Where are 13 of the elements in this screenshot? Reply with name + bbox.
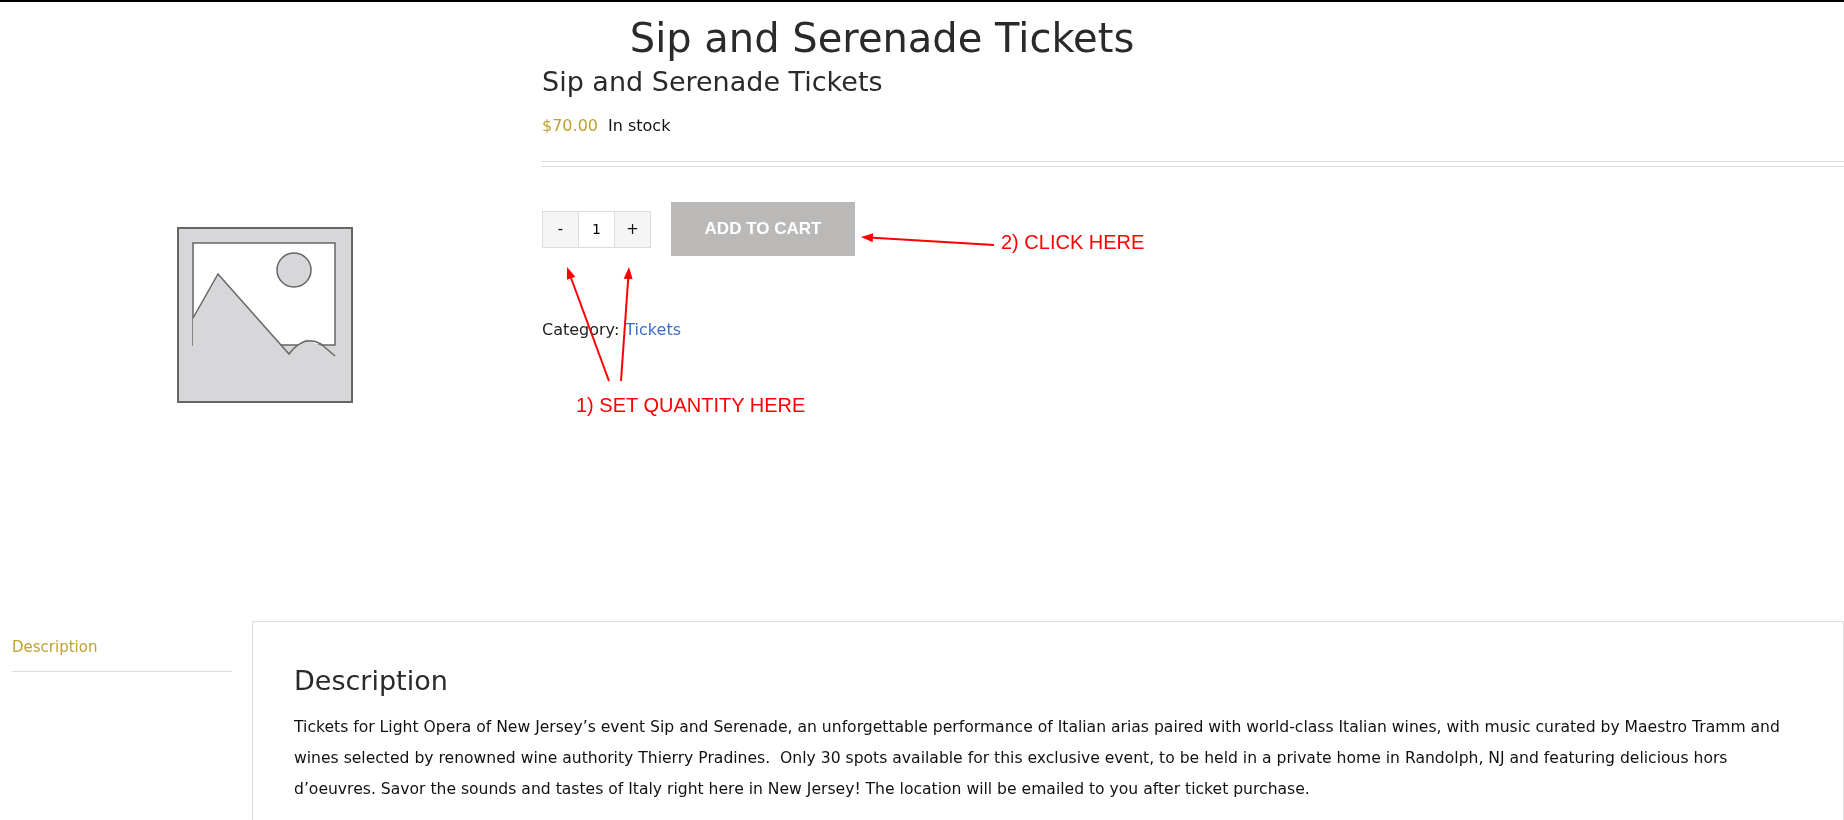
description-heading: Description bbox=[294, 664, 449, 698]
price: $70.00 bbox=[542, 115, 598, 137]
category-link[interactable]: Tickets bbox=[625, 318, 681, 342]
annotation-text: 2) CLICK HERE bbox=[1001, 230, 1145, 254]
increase-button[interactable]: + bbox=[614, 210, 651, 248]
quantity-field[interactable]: 1 bbox=[579, 210, 614, 248]
product-title: Sip and Serenade Tickets bbox=[542, 65, 883, 99]
page-title: Sip and Serenade Tickets bbox=[629, 14, 1135, 62]
annotation-text: 1) SET QUANTITY HERE bbox=[576, 393, 806, 417]
stock-status: In stock bbox=[608, 115, 671, 137]
image-placeholder-icon bbox=[176, 226, 354, 404]
decrease-button[interactable]: - bbox=[542, 210, 579, 248]
description-text: Tickets for Light Opera of New Jersey’s event Sip and Serenade, an unforgettable performance of Italian arias paired with world-class Italian wines, with music curated by Maestro Tramm and wines selected by renowned wine authority Thierry Pradines. Only 30 spots available for this exclusive event, to be held in a private home in Randolph, NJ and featuring delicious hors d’oeuvres. Savor the sounds and tastes of Italy right here in New Jersey! The location will be emailed to you after ticket purchase. bbox=[294, 717, 1781, 800]
